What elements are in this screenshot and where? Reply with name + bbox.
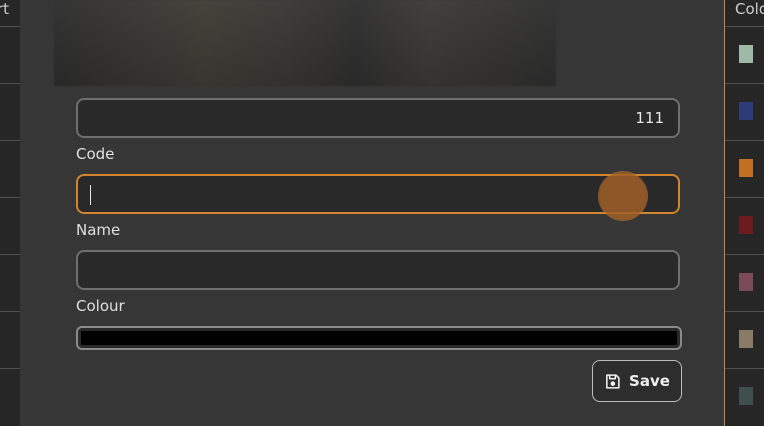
colour-swatch — [739, 273, 753, 291]
colour-label: Colour — [76, 297, 125, 315]
name-input[interactable] — [78, 176, 678, 212]
background-table-left-edge: rt — [0, 0, 21, 426]
colour-field[interactable] — [76, 250, 680, 290]
row-divider — [0, 311, 20, 312]
background-column-header: Colo — [735, 0, 764, 18]
colour-swatch — [739, 387, 753, 405]
code-label: Code — [76, 145, 115, 163]
colour-swatch — [739, 102, 753, 120]
image-preview — [54, 0, 556, 86]
row-divider — [0, 26, 20, 27]
row-divider — [0, 197, 20, 198]
row-divider — [725, 311, 764, 312]
colour-swatch — [739, 159, 753, 177]
save-button[interactable]: Save — [592, 360, 682, 402]
colour-swatch — [739, 330, 753, 348]
row-divider — [725, 83, 764, 84]
text-caret — [90, 185, 91, 205]
row-divider — [725, 254, 764, 255]
colour-preview-swatch — [81, 331, 677, 345]
name-label: Name — [76, 221, 121, 239]
floppy-disk-icon — [604, 373, 621, 390]
code-input[interactable] — [78, 100, 678, 136]
row-divider — [725, 26, 764, 27]
row-divider — [0, 140, 20, 141]
name-field[interactable] — [76, 172, 680, 220]
row-divider — [0, 254, 20, 255]
code-field[interactable] — [76, 98, 680, 138]
row-divider — [725, 368, 764, 369]
row-divider — [725, 140, 764, 141]
row-divider — [0, 368, 20, 369]
save-button-label: Save — [629, 372, 670, 390]
touch-indicator — [599, 172, 647, 220]
colour-swatch — [739, 216, 753, 234]
row-divider — [0, 83, 20, 84]
colour-picker-bar[interactable] — [76, 326, 682, 350]
background-table-right-edge: Colo — [724, 0, 764, 426]
colour-input[interactable] — [78, 252, 678, 288]
background-column-header: rt — [0, 0, 10, 18]
colour-swatch — [739, 45, 753, 63]
row-divider — [725, 197, 764, 198]
edit-dialog: Code Name Colour Save — [20, 0, 724, 426]
